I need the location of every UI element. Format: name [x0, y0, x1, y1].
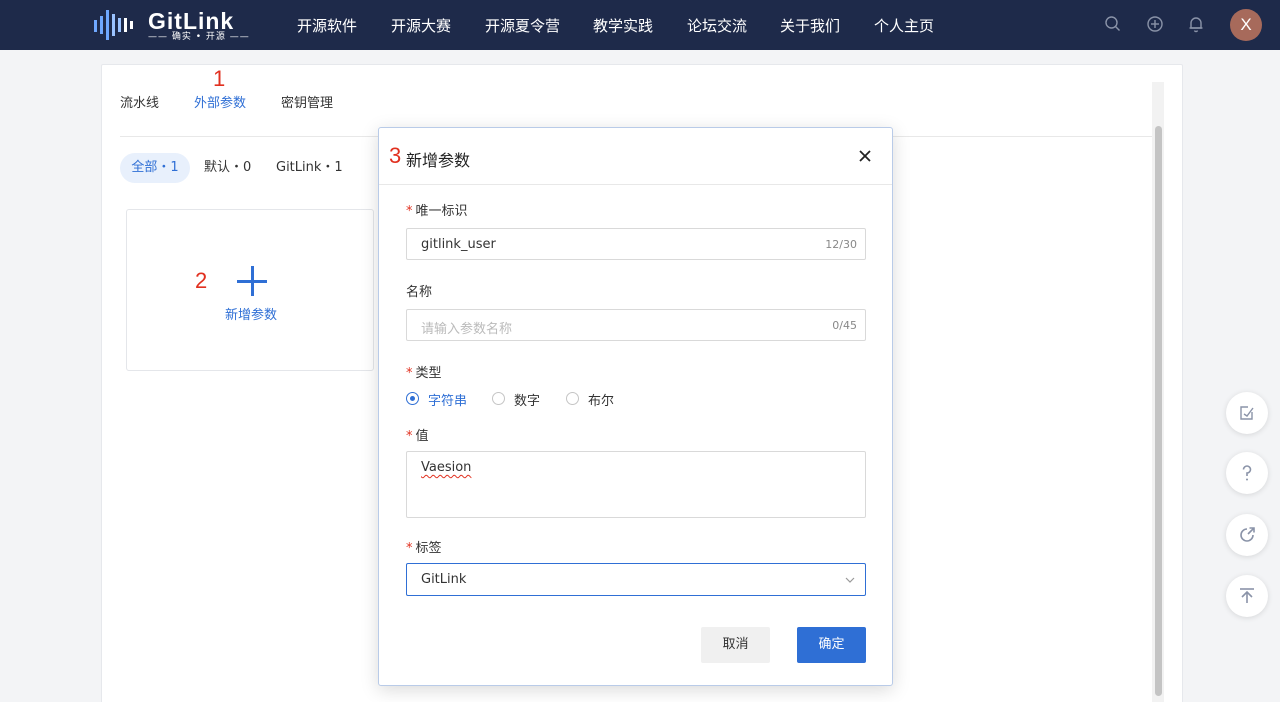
confirm-button[interactable]: 确定 [797, 627, 866, 663]
tag-select[interactable]: GitLink [406, 563, 866, 596]
question-icon [1242, 465, 1252, 481]
nav-open-source-contest[interactable]: 开源大赛 [391, 15, 451, 36]
annotation-number-3: 3 [389, 143, 402, 168]
avatar[interactable]: X [1230, 9, 1262, 41]
bell-icon[interactable] [1187, 15, 1205, 33]
dialog-title: 新增参数 [406, 151, 471, 170]
value-label: * 值 [406, 429, 429, 444]
name-char-count: 0/45 [832, 319, 857, 332]
type-label: * 类型 [406, 366, 442, 381]
unique-id-char-count: 12/30 [825, 238, 857, 251]
nav-summer-camp[interactable]: 开源夏令营 [485, 15, 560, 36]
name-label: 名称 [406, 285, 433, 300]
filter-default[interactable]: 默认・0 [204, 153, 251, 183]
filter-gitlink[interactable]: GitLink・1 [276, 153, 343, 183]
tag-label: * 标签 [406, 541, 442, 556]
tab-external-params[interactable]: 外部参数 [194, 92, 246, 111]
logo-subtitle: —— 确实 • 开源 —— [148, 32, 250, 42]
search-icon[interactable] [1104, 15, 1122, 33]
annotation-number-1: 1 [213, 66, 226, 91]
dialog-header: 3 新增参数 [379, 128, 892, 185]
arrow-up-to-top-icon [1240, 588, 1254, 603]
close-icon[interactable] [857, 148, 873, 164]
nav-about-us[interactable]: 关于我们 [780, 15, 840, 36]
unique-id-input[interactable]: gitlink_user 12/30 [406, 228, 866, 260]
name-placeholder: 请输入参数名称 [421, 322, 513, 337]
filter-all[interactable]: 全部・1 [120, 153, 190, 183]
gitlink-logo[interactable]: GitLink —— 确实 • 开源 —— [92, 8, 256, 42]
nav-personal-home[interactable]: 个人主页 [874, 15, 934, 36]
nav-open-source-software[interactable]: 开源软件 [297, 15, 357, 36]
edit-note-icon [1240, 406, 1254, 420]
scrollbar-thumb[interactable] [1155, 126, 1162, 696]
share-button[interactable] [1226, 514, 1268, 556]
value-textarea[interactable]: Vaesion [406, 451, 866, 518]
add-param-label: 新增参数 [224, 308, 277, 323]
value-text: Vaesion [421, 460, 472, 475]
cancel-button[interactable]: 取消 [701, 627, 770, 663]
name-input[interactable]: 请输入参数名称 0/45 [406, 309, 866, 341]
add-param-dialog: 3 新增参数 * 唯一标识 gitlink_user 12/30 名称 请输入参数… [378, 127, 893, 686]
tab-secret-management[interactable]: 密钥管理 [281, 92, 333, 111]
required-mark: * [406, 204, 413, 219]
nav-forum[interactable]: 论坛交流 [687, 15, 747, 36]
help-button[interactable] [1226, 452, 1268, 494]
annotation-number-2: 2 [195, 268, 208, 293]
unique-id-value: gitlink_user [421, 237, 496, 252]
feedback-button[interactable] [1226, 392, 1268, 434]
tag-select-value: GitLink [421, 572, 467, 587]
add-circle-icon[interactable] [1146, 15, 1164, 33]
chevron-down-icon [845, 577, 855, 583]
nav-teaching[interactable]: 教学实践 [593, 15, 653, 36]
logo-bars-icon [94, 10, 133, 40]
top-navbar: GitLink —— 确实 • 开源 —— 开源软件 开源大赛 开源夏令营 教学… [0, 0, 1280, 50]
back-to-top-button[interactable] [1226, 575, 1268, 617]
tab-pipeline[interactable]: 流水线 [120, 92, 159, 111]
external-link-icon [1240, 527, 1255, 542]
unique-id-label: * 唯一标识 [406, 204, 468, 219]
add-param-card[interactable]: 新增参数 [126, 209, 374, 371]
